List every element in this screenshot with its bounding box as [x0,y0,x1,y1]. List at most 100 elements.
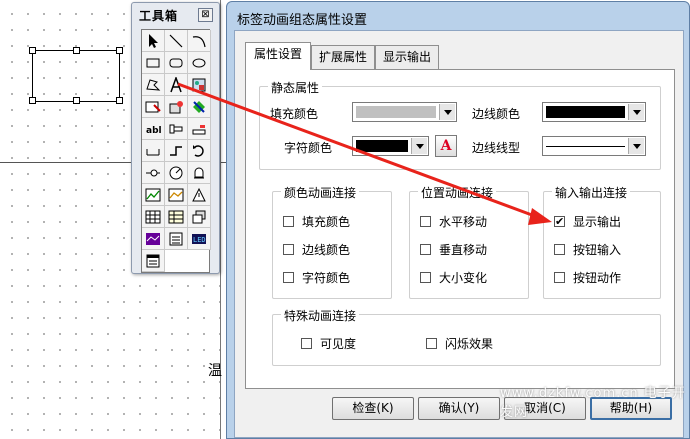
checkbox-horizontal-move[interactable]: 水平移动 [420,213,487,230]
tool-calendar[interactable] [142,250,165,272]
tool-rounded-rectangle[interactable] [165,52,188,74]
tool-alarm-window[interactable] [188,184,211,206]
font-select-button[interactable]: A [435,135,457,157]
tool-trend-chart[interactable] [142,184,165,206]
toolbox-close-button[interactable]: ⊠ [198,8,213,22]
rotation-icon [193,144,204,157]
resize-handle-n[interactable] [73,47,80,54]
checkbox-box[interactable] [283,244,294,255]
report-icon [168,210,184,223]
text-icon [170,76,182,92]
layers-icon [192,210,206,223]
chevron-down-icon[interactable] [628,104,644,120]
checkbox-box[interactable] [554,244,565,255]
tool-table[interactable] [142,206,165,228]
dialog-title: 标签动画组态属性设置 [237,13,368,28]
led-icon: LED [192,233,206,244]
fill-color-swatch [356,106,436,118]
checkbox-button-input[interactable]: 按钮输入 [554,241,621,258]
checkbox-box[interactable] [426,338,437,349]
checkbox-size-change[interactable]: 大小变化 [420,269,487,286]
border-style-combo[interactable] [542,136,646,156]
checkbox-box[interactable] [420,244,431,255]
group-static-properties: 静态属性 填充颜色 边线颜色 字符颜色 A 边线线型 [259,79,661,170]
checkbox-display-output[interactable]: ✔ 显示输出 [554,213,621,230]
tool-slider[interactable] [142,162,165,184]
border-color-combo[interactable] [542,102,646,122]
checkbox-label: 大小变化 [439,271,488,285]
checkbox-box[interactable] [420,216,431,227]
checkbox-blink-effect[interactable]: 闪烁效果 [426,335,493,352]
checkbox-label: 字符颜色 [302,271,351,285]
tool-alarm-display[interactable] [188,118,211,140]
rounded-rectangle-icon [169,58,183,67]
tab-panel: 静态属性 填充颜色 边线颜色 字符颜色 A 边线线型 颜色动画连接 填充颜色 边… [245,69,675,389]
group-legend: 静态属性 [268,79,323,96]
tab-property-settings[interactable]: 属性设置 [245,42,311,70]
checkbox-label: 可见度 [320,337,357,351]
tool-history-chart[interactable] [165,184,188,206]
checkbox-label: 按钮动作 [573,271,622,285]
char-color-combo[interactable] [352,136,429,156]
tool-report[interactable] [165,206,188,228]
tool-standard-button[interactable] [142,96,165,118]
tool-image-library[interactable] [188,74,211,96]
tab-extended-properties[interactable]: 扩展属性 [311,45,375,69]
tool-led-display[interactable]: LED [188,228,211,250]
fill-color-combo[interactable] [352,102,457,122]
chevron-down-icon[interactable] [411,138,427,154]
checkbox-box[interactable] [283,272,294,283]
tool-ruler[interactable] [142,140,165,162]
tool-rectangle[interactable] [142,52,165,74]
tool-rotation[interactable] [188,140,211,162]
tool-curve-display[interactable] [142,228,165,250]
tool-pipe[interactable] [165,140,188,162]
tool-arc[interactable] [188,30,211,52]
checkbox-box[interactable] [283,216,294,227]
tool-calculator[interactable] [165,228,188,250]
tool-text[interactable] [165,74,188,96]
resize-handle-s[interactable] [73,97,80,104]
checkbox-fill-color[interactable]: 填充颜色 [283,213,350,230]
chevron-down-icon[interactable] [439,104,455,120]
resize-handle-se[interactable] [116,97,123,104]
tool-meter[interactable] [165,162,188,184]
checkbox-box[interactable] [420,272,431,283]
tool-layered[interactable] [188,206,211,228]
toolbox-window[interactable]: 工具箱 ⊠ abl LED [131,2,220,274]
checkbox-char-color[interactable]: 字符颜色 [283,269,350,286]
checkbox-box[interactable] [554,272,565,283]
selected-rectangle-shape[interactable] [29,47,123,104]
alarm-window-icon [192,187,206,201]
resize-handle-sw[interactable] [29,97,36,104]
checkbox-vertical-move[interactable]: 垂直移动 [420,241,487,258]
check-button[interactable]: 检查(K) [332,397,414,420]
checkbox-box[interactable] [301,338,312,349]
tool-line[interactable] [165,30,188,52]
tool-animated-button[interactable] [165,96,188,118]
meter-icon [169,166,183,179]
tool-polygon[interactable] [142,74,165,96]
group-position-animation: 位置动画连接 水平移动 垂直移动 大小变化 [409,184,529,299]
button-icon [145,101,161,112]
checkbox-box-checked[interactable]: ✔ [554,216,565,227]
checkbox-label: 水平移动 [439,215,488,229]
resize-handle-ne[interactable] [116,47,123,54]
tool-input-box[interactable]: abl [142,118,165,140]
checkbox-button-action[interactable]: 按钮动作 [554,269,621,286]
tool-alarm-bell[interactable] [188,162,211,184]
resize-handle-nw[interactable] [29,47,36,54]
tool-toggle-button[interactable] [188,96,211,118]
checkbox-visibility[interactable]: 可见度 [301,335,356,352]
alarm-display-icon [192,124,206,134]
confirm-button[interactable]: 确认(Y) [418,397,500,420]
property-dialog[interactable]: 标签动画组态属性设置 属性设置 扩展属性 显示输出 静态属性 填充颜色 边线颜色… [226,1,690,439]
toolbox-title: 工具箱 [139,9,179,23]
checkbox-border-color[interactable]: 边线颜色 [283,241,350,258]
chevron-down-icon[interactable] [628,138,644,154]
tab-display-output[interactable]: 显示输出 [375,45,439,69]
border-style-label: 边线线型 [472,141,521,155]
tool-ellipse[interactable] [188,52,211,74]
tool-pointer[interactable] [142,30,165,52]
tool-flow-block[interactable] [165,118,188,140]
